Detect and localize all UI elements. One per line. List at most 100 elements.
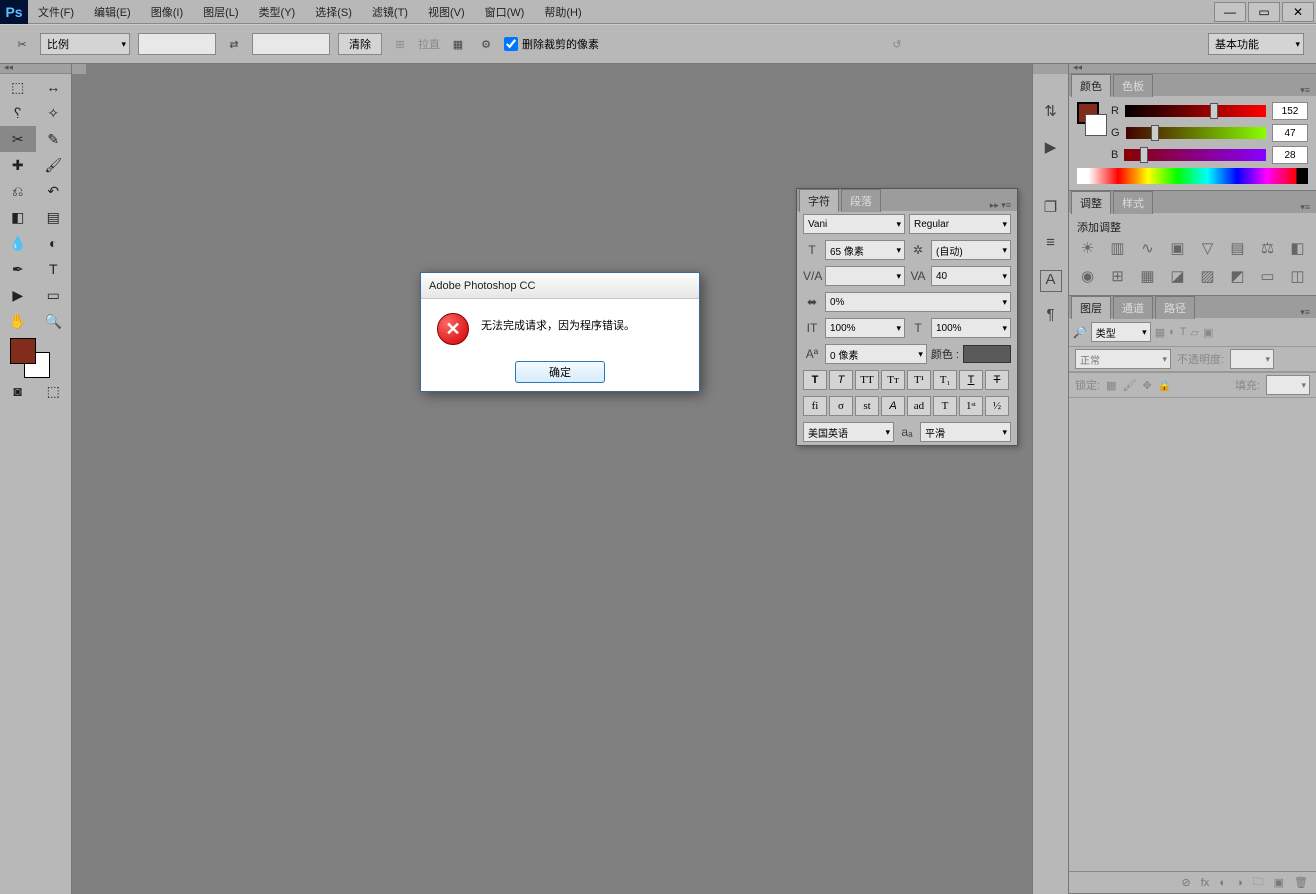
menu-file[interactable]: 文件(F) [28,0,84,24]
adj-photo-icon[interactable]: ◉ [1078,267,1098,285]
tool-brush[interactable]: 🖌 [36,152,72,178]
ratio-height-input[interactable] [252,33,330,55]
gear-icon[interactable]: ⚙ [476,34,496,54]
crop-tool-icon[interactable]: ✂ [12,34,32,54]
kerning-dropdown[interactable] [825,266,905,286]
tool-heal[interactable]: ✚ [0,152,36,178]
tool-eraser[interactable]: ◧ [0,204,36,230]
layers-panel-menu[interactable]: ▾≡ [1294,307,1316,318]
vscale-input[interactable]: 100% [825,318,905,338]
adj-thresh-icon[interactable]: ◩ [1228,267,1248,285]
adj-poster-icon[interactable]: ▨ [1198,267,1218,285]
scale0-dropdown[interactable]: 0% [825,292,1011,312]
adj-brightness-icon[interactable]: ☀ [1078,239,1098,257]
swap-icon[interactable]: ⇄ [224,34,244,54]
tab-adjustments[interactable]: 调整 [1071,191,1111,214]
strip-icon-history[interactable]: ⇅ [1040,102,1062,124]
faux-italic-button[interactable]: T [829,370,853,390]
new-layer-icon[interactable]: ▣ [1274,876,1284,889]
tab-layers[interactable]: 图层 [1071,296,1111,319]
adj-hue-icon[interactable]: ▤ [1228,239,1248,257]
ratio-width-input[interactable] [138,33,216,55]
tracking-dropdown[interactable]: 40 [931,266,1011,286]
opacity-input[interactable] [1230,349,1274,369]
allcaps-button[interactable]: TT [855,370,879,390]
menu-view[interactable]: 视图(V) [418,0,475,24]
char-color-swatch[interactable] [963,345,1011,363]
hscale-input[interactable]: 100% [931,318,1011,338]
tool-marquee[interactable]: ⬚ [0,74,36,100]
reset-icon[interactable]: ↺ [887,34,907,54]
tool-wand[interactable]: ✧ [36,100,72,126]
tab-channels[interactable]: 通道 [1113,296,1153,319]
adj-bw-icon[interactable]: ◧ [1288,239,1308,257]
faux-bold-button[interactable]: T [803,370,827,390]
color-panel-menu[interactable]: ▾≡ [1294,85,1316,96]
char-collapse-icon[interactable]: ▸▸ ▾≡ [984,200,1017,211]
tool-type[interactable]: T [36,256,72,282]
tool-quickmask[interactable]: ◙ [0,378,36,404]
filter-smart-icon[interactable]: ▣ [1203,326,1213,339]
font-family-dropdown[interactable]: Vani [803,214,905,234]
ot-st-button[interactable]: st [855,396,879,416]
adj-balance-icon[interactable]: ⚖ [1258,239,1278,257]
adj-gradmap-icon[interactable]: ▭ [1258,267,1278,285]
tool-zoom[interactable]: 🔍 [36,308,72,334]
tab-swatches[interactable]: 色板 [1113,74,1153,97]
blend-mode-dropdown[interactable]: 正常 [1075,349,1171,369]
color-swatches[interactable] [0,334,71,378]
tab-color[interactable]: 颜色 [1071,74,1111,97]
lock-trans-icon[interactable]: ▩ [1106,379,1116,392]
canvas-grip[interactable] [72,64,86,74]
maximize-button[interactable]: ▭ [1248,2,1280,22]
delete-cropped-checkbox[interactable]: 删除裁剪的像素 [504,36,599,52]
lock-paint-icon[interactable]: 🖌 [1122,379,1136,392]
delete-layer-icon[interactable]: 🗑 [1294,876,1308,889]
filter-type-icon[interactable]: T [1180,326,1187,338]
tool-screenmode[interactable]: ⬚ [36,378,72,404]
antialias-dropdown[interactable]: 平滑 [920,422,1011,442]
strip-icon-properties[interactable]: ≡ [1040,234,1062,256]
grid-icon[interactable]: ▦ [448,34,468,54]
tool-pen[interactable]: ✒ [0,256,36,282]
baseline-input[interactable]: 0 像素 [825,344,927,364]
adjust-panel-menu[interactable]: ▾≡ [1294,202,1316,213]
adj-exposure-icon[interactable]: ▣ [1168,239,1188,257]
filter-shape-icon[interactable]: ▱ [1191,326,1199,339]
layer-filter-kind[interactable]: 类型 [1091,322,1151,342]
adj-selective-icon[interactable]: ◫ [1288,267,1308,285]
filter-pixel-icon[interactable]: ▦ [1155,326,1165,339]
g-input[interactable] [1272,124,1308,142]
link-layers-icon[interactable]: ⊘ [1182,876,1191,889]
tool-hand[interactable]: ✋ [0,308,36,334]
adj-lookup-icon[interactable]: ▦ [1138,267,1158,285]
g-slider[interactable] [1126,127,1266,139]
b-input[interactable] [1272,146,1308,164]
strip-icon-character[interactable]: A [1040,270,1062,292]
adj-invert-icon[interactable]: ◪ [1168,267,1188,285]
ot-fi-button[interactable]: fi [803,396,827,416]
menu-layer[interactable]: 图层(L) [193,0,248,24]
lock-pos-icon[interactable]: ✥ [1142,379,1151,392]
ot-ordinals-button[interactable]: T [933,396,957,416]
tool-lasso[interactable]: ␦ [0,100,36,126]
adj-vibrance-icon[interactable]: ▽ [1198,239,1218,257]
underline-button[interactable]: T [959,370,983,390]
adj-levels-icon[interactable]: ▥ [1108,239,1128,257]
tool-shape[interactable]: ▭ [36,282,72,308]
fill-input[interactable] [1266,375,1310,395]
tab-character[interactable]: 字符 [799,189,839,212]
menu-filter[interactable]: 滤镜(T) [362,0,418,24]
new-fill-icon[interactable]: ◑ [1236,877,1243,889]
subscript-button[interactable]: T₁ [933,370,957,390]
ot-titling-button[interactable]: ad [907,396,931,416]
tool-blur[interactable]: 💧 [0,230,36,256]
ot-fraction-button[interactable]: ½ [985,396,1009,416]
r-input[interactable] [1272,102,1308,120]
close-button[interactable]: ✕ [1282,2,1314,22]
new-group-icon[interactable]: 🗀 [1253,873,1264,892]
adj-mixer-icon[interactable]: ⊞ [1108,267,1128,285]
layer-mask-icon[interactable]: ◐ [1219,877,1226,889]
ot-swash-button[interactable]: A [881,396,905,416]
smallcaps-button[interactable]: Tᴛ [881,370,905,390]
